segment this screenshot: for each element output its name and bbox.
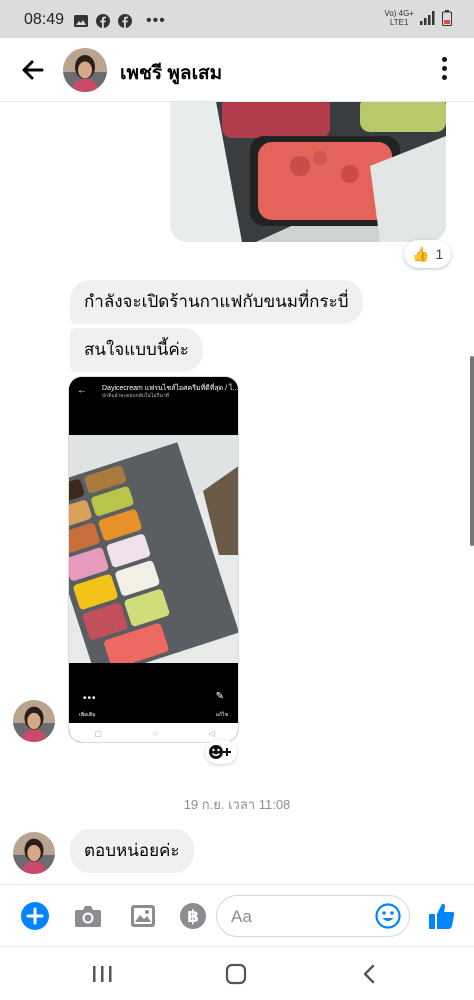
emoji-plus-icon — [209, 745, 231, 759]
shared-image-toolbar: ••• เพิ่มเติม ✎ แก้ไข — [69, 663, 238, 723]
signal-icon — [420, 11, 435, 25]
payment-button[interactable]: ฿ — [178, 901, 208, 931]
system-navigation-bar — [0, 946, 474, 1000]
home-icon — [225, 963, 247, 985]
back-button[interactable] — [18, 55, 48, 85]
message-placeholder: Aa — [231, 907, 252, 926]
message-input[interactable]: Aa — [216, 895, 410, 937]
battery-icon — [442, 10, 452, 26]
edit-pencil-icon: ✎ — [215, 691, 224, 702]
shared-screenshot-message[interactable]: ← Dayicecream แฟรนไชส์ไอศครีมที่ดีที่สุด… — [68, 376, 239, 743]
baht-icon: ฿ — [180, 903, 206, 929]
conversation-header: เพชรี พูลเสม — [0, 38, 474, 102]
reaction-count: 1 — [435, 246, 444, 262]
shared-image-subtitle: ปกติแล้วจะตอบกลับในไม่กี่นาที — [102, 393, 170, 399]
contact-name[interactable]: เพชรี พูลเสม — [120, 58, 222, 88]
camera-button[interactable] — [73, 901, 103, 931]
scrollbar[interactable] — [470, 356, 474, 546]
message-timestamp: 19 ก.ย. เวลา 11:08 — [183, 797, 291, 812]
gallery-notification-icon — [74, 15, 88, 27]
plus-icon — [21, 902, 49, 930]
notification-icons: ••• — [74, 12, 166, 30]
plus-button[interactable] — [20, 901, 50, 931]
recent-apps-button[interactable] — [90, 963, 116, 985]
profile-photo — [13, 700, 55, 742]
gallery-icon — [131, 905, 155, 927]
received-message[interactable]: สนใจแบบนี้ค่ะ — [70, 328, 203, 372]
contact-avatar-small[interactable] — [13, 832, 55, 874]
profile-photo — [13, 832, 55, 874]
home-icon: ○ — [152, 729, 158, 738]
more-options-button[interactable] — [438, 54, 450, 86]
recent-apps-icon: ▢ — [94, 729, 102, 738]
shared-image-header: ← Dayicecream แฟรนไชส์ไอศครีมที่ดีที่สุด… — [69, 377, 238, 435]
svg-text:฿: ฿ — [187, 907, 199, 927]
message-composer: ฿ Aa — [0, 884, 474, 946]
status-bar: 08:49 ••• Vo) 4G+ LTE1 — [0, 0, 474, 38]
more-notifications-icon: ••• — [146, 12, 166, 29]
profile-photo — [63, 48, 107, 92]
emoji-button[interactable] — [375, 903, 401, 929]
facebook-notification-icon — [96, 14, 110, 28]
ice-cream-display-photo — [170, 102, 446, 242]
more-dots-icon: ••• — [83, 693, 97, 704]
thumbs-up-icon — [429, 903, 455, 929]
back-arrow-icon — [22, 60, 44, 80]
ice-cream-tubs-photo — [69, 435, 238, 663]
back-arrow-icon: ← — [77, 385, 87, 396]
more-vertical-icon — [441, 57, 447, 62]
status-time: 08:49 — [24, 11, 65, 28]
more-label: เพิ่มเติม — [79, 712, 96, 718]
contact-avatar[interactable] — [63, 48, 107, 92]
edit-label: แก้ไข — [215, 712, 228, 718]
received-message[interactable]: ตอบหน่อยค่ะ — [70, 829, 194, 873]
like-button[interactable] — [427, 901, 457, 931]
recent-apps-icon — [93, 966, 112, 982]
back-nav-icon: ◁ — [208, 729, 215, 738]
back-nav-icon — [363, 964, 375, 984]
emoji-icon — [375, 903, 401, 929]
thumbs-up-reaction-icon: 👍 — [412, 245, 430, 262]
received-message[interactable]: กำลังจะเปิดร้านกาแฟกับขนมที่กระบี่ — [70, 280, 363, 324]
camera-icon — [75, 906, 101, 927]
reaction-badge[interactable]: 👍 1 — [404, 240, 452, 268]
network-indicator: Vo) 4G+ LTE1 — [384, 9, 414, 27]
gallery-button[interactable] — [128, 901, 158, 931]
back-nav-button[interactable] — [358, 963, 384, 985]
facebook-notification-icon — [118, 14, 132, 28]
status-right: Vo) 4G+ LTE1 — [384, 9, 452, 27]
add-reaction-button[interactable] — [205, 740, 237, 764]
chat-thread[interactable]: 👍 1 กำลังจะเปิดร้านกาแฟกับขนมที่กระบี่ ส… — [0, 102, 474, 884]
sent-photo-message[interactable] — [170, 102, 446, 242]
contact-avatar-small[interactable] — [13, 700, 55, 742]
home-button[interactable] — [224, 963, 250, 985]
